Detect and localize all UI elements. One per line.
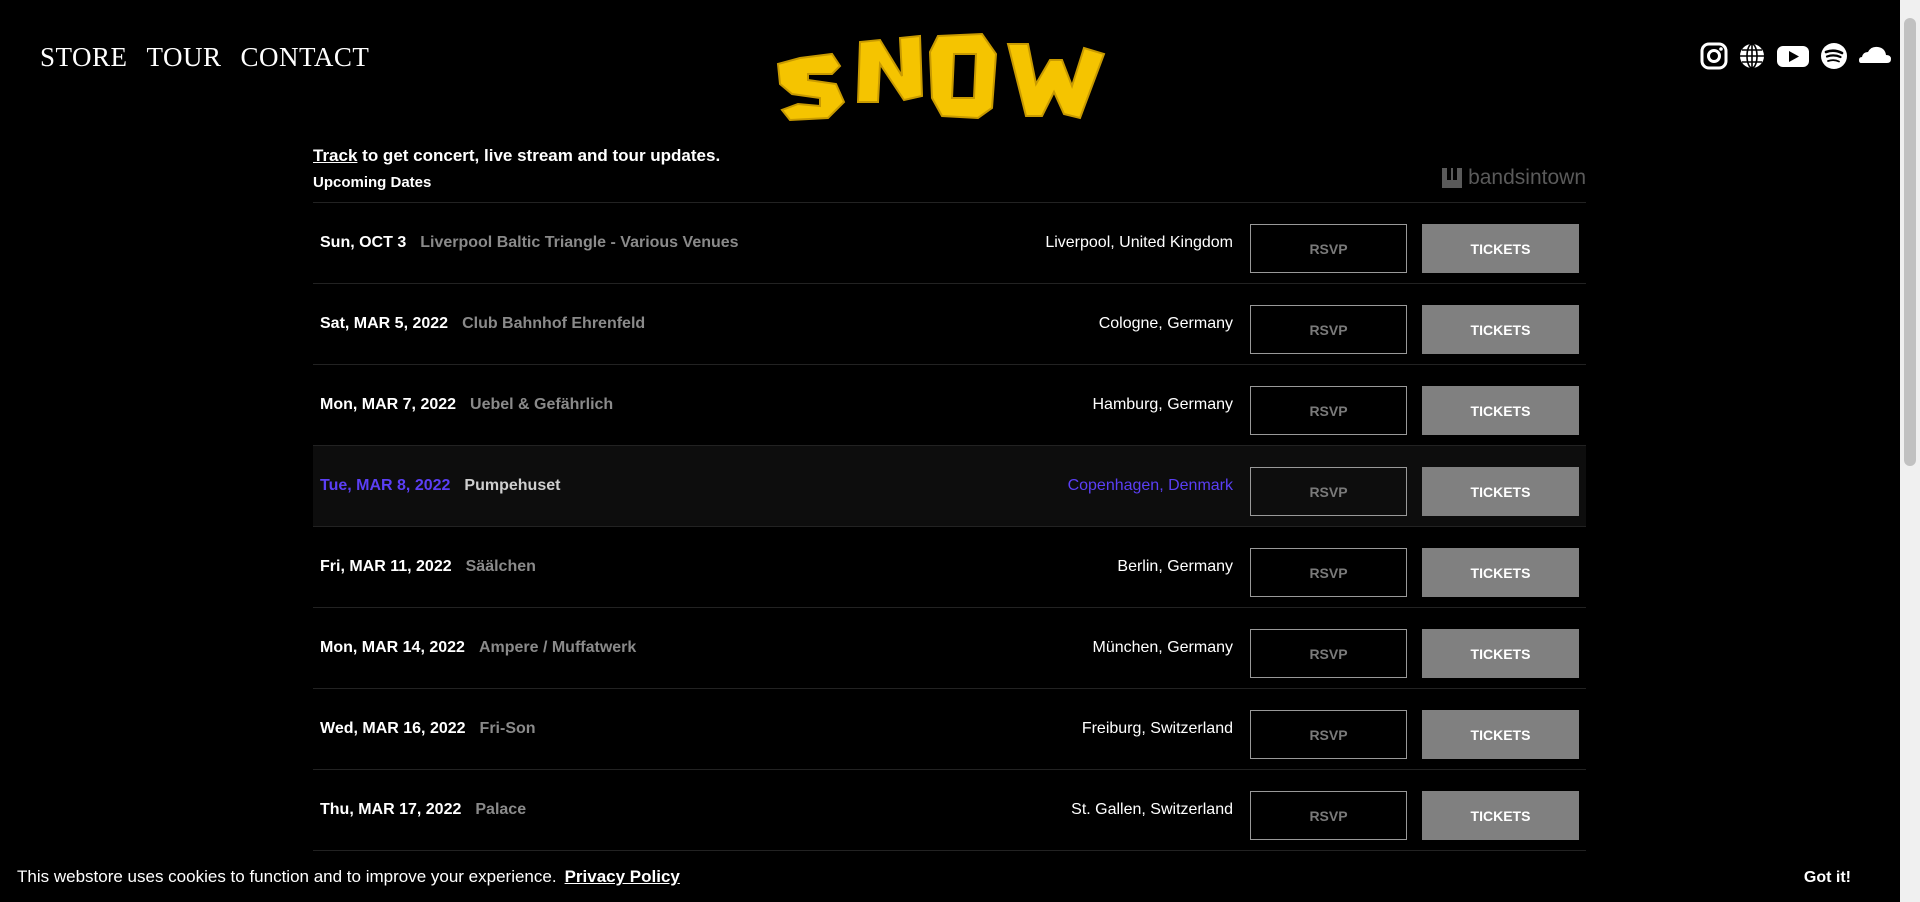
- event-date-text: Mon, MAR 14, 2022: [320, 639, 465, 656]
- event-venue[interactable]: Ampere / Muffatwerk: [479, 639, 636, 656]
- track-line: Track to get concert, live stream and to…: [313, 146, 1586, 166]
- event-date: Thu, MAR 17, 2022 Palace: [320, 801, 526, 819]
- event-row[interactable]: Mon, MAR 7, 2022 Uebel & Gefährlich Hambur…: [313, 365, 1586, 446]
- event-row[interactable]: Wed, MAR 16, 2022 Fri-Son Freiburg, Switze…: [313, 689, 1586, 770]
- event-venue[interactable]: Fri-Son: [480, 720, 536, 737]
- main-nav: STORE TOUR CONTACT: [40, 42, 369, 73]
- event-location: Copenhagen, Denmark: [1067, 477, 1233, 494]
- event-date-text: Sat, MAR 5, 2022: [320, 315, 449, 332]
- event-date-text: Mon, MAR 7, 2022: [320, 396, 457, 413]
- event-venue[interactable]: Palace: [475, 801, 526, 818]
- event-venue[interactable]: Säälchen: [466, 558, 536, 575]
- cookie-text: This webstore uses cookies to function a…: [17, 867, 557, 886]
- snow-logo[interactable]: [770, 14, 1126, 132]
- event-location: Freiburg, Switzerland: [1081, 720, 1233, 737]
- spotify-icon[interactable]: [1820, 42, 1848, 70]
- event-list: Sun, OCT 3 Liverpool Baltic Triangle - Va…: [313, 202, 1586, 851]
- scrollbar-thumb[interactable]: [1904, 18, 1916, 466]
- tickets-button[interactable]: TICKETS: [1422, 224, 1579, 273]
- nav-store[interactable]: STORE: [40, 42, 128, 73]
- event-row[interactable]: Tue, MAR 8, 2022 Pumpehuset Copenhagen, De…: [313, 446, 1586, 527]
- event-location: Cologne, Germany: [1098, 315, 1233, 332]
- event-date: Sat, MAR 5, 2022 Club Bahnhof Ehrenfeld: [320, 315, 645, 333]
- social-links: [1700, 42, 1892, 70]
- tickets-button[interactable]: TICKETS: [1422, 467, 1579, 516]
- event-row[interactable]: Mon, MAR 14, 2022 Ampere / Muffatwerk Münc…: [313, 608, 1586, 689]
- cookie-banner: This webstore uses cookies to function a…: [0, 851, 1900, 902]
- event-date: Fri, MAR 11, 2022 Säälchen: [320, 558, 536, 576]
- tickets-button[interactable]: TICKETS: [1422, 305, 1579, 354]
- event-date: Mon, MAR 7, 2022 Uebel & Gefährlich: [320, 396, 613, 414]
- event-date: Sun, OCT 3 Liverpool Baltic Triangle - Va…: [320, 234, 739, 252]
- page-scrollbar[interactable]: [1900, 0, 1920, 902]
- rsvp-button[interactable]: RSVP: [1250, 467, 1407, 516]
- rsvp-button[interactable]: RSVP: [1250, 548, 1407, 597]
- rsvp-button[interactable]: RSVP: [1250, 791, 1407, 840]
- upcoming-heading: Upcoming Dates: [313, 174, 432, 191]
- event-location: München, Germany: [1092, 639, 1233, 656]
- bandsintown-logo[interactable]: bandsintown: [1442, 166, 1586, 190]
- event-location: Liverpool, United Kingdom: [1045, 234, 1233, 251]
- event-date-text: Tue, MAR 8, 2022: [320, 477, 451, 494]
- rsvp-button[interactable]: RSVP: [1250, 386, 1407, 435]
- tour-widget: Track to get concert, live stream and to…: [313, 146, 1586, 191]
- rsvp-button[interactable]: RSVP: [1250, 629, 1407, 678]
- event-venue[interactable]: Liverpool Baltic Triangle - Various Venu…: [420, 234, 738, 251]
- youtube-icon[interactable]: [1776, 42, 1810, 70]
- tickets-button[interactable]: TICKETS: [1422, 548, 1579, 597]
- event-location: St. Gallen, Switzerland: [1071, 801, 1233, 818]
- event-row[interactable]: Sat, MAR 5, 2022 Club Bahnhof Ehrenfeld Co…: [313, 284, 1586, 365]
- tickets-button[interactable]: TICKETS: [1422, 791, 1579, 840]
- page: STORE TOUR CONTACT Track to get concert,…: [0, 0, 1900, 902]
- event-date-text: Sun, OCT 3: [320, 234, 407, 251]
- rsvp-button[interactable]: RSVP: [1250, 305, 1407, 354]
- privacy-policy-link[interactable]: Privacy Policy: [565, 867, 680, 886]
- nav-contact[interactable]: CONTACT: [241, 42, 370, 73]
- event-row[interactable]: Fri, MAR 11, 2022 Säälchen Berlin, Germany…: [313, 527, 1586, 608]
- event-date: Tue, MAR 8, 2022 Pumpehuset: [320, 477, 560, 495]
- soundcloud-icon[interactable]: [1858, 42, 1892, 70]
- track-link[interactable]: Track: [313, 146, 357, 165]
- event-date-text: Thu, MAR 17, 2022: [320, 801, 462, 818]
- event-date: Wed, MAR 16, 2022 Fri-Son: [320, 720, 536, 738]
- rsvp-button[interactable]: RSVP: [1250, 710, 1407, 759]
- bandsintown-wordmark: bandsintown: [1468, 166, 1586, 189]
- event-row[interactable]: Thu, MAR 17, 2022 Palace St. Gallen, Switz…: [313, 770, 1586, 851]
- event-location: Hamburg, Germany: [1092, 396, 1234, 413]
- bandsintown-icon: [1442, 168, 1463, 188]
- rsvp-button[interactable]: RSVP: [1250, 224, 1407, 273]
- event-date: Mon, MAR 14, 2022 Ampere / Muffatwerk: [320, 639, 636, 657]
- event-venue[interactable]: Club Bahnhof Ehrenfeld: [462, 315, 645, 332]
- tickets-button[interactable]: TICKETS: [1422, 629, 1579, 678]
- event-location: Berlin, Germany: [1117, 558, 1233, 575]
- event-venue[interactable]: Uebel & Gefährlich: [470, 396, 613, 413]
- tickets-button[interactable]: TICKETS: [1422, 710, 1579, 759]
- instagram-icon[interactable]: [1700, 42, 1728, 70]
- event-row[interactable]: Sun, OCT 3 Liverpool Baltic Triangle - Va…: [313, 203, 1586, 284]
- cookie-message: This webstore uses cookies to function a…: [17, 867, 680, 887]
- cookie-accept-button[interactable]: Got it!: [1804, 869, 1851, 887]
- track-text: to get concert, live stream and tour upd…: [357, 146, 721, 165]
- globe-icon[interactable]: [1738, 42, 1766, 70]
- nav-tour[interactable]: TOUR: [147, 42, 222, 73]
- tickets-button[interactable]: TICKETS: [1422, 386, 1579, 435]
- event-date-text: Fri, MAR 11, 2022: [320, 558, 452, 575]
- event-venue[interactable]: Pumpehuset: [464, 477, 560, 494]
- event-date-text: Wed, MAR 16, 2022: [320, 720, 466, 737]
